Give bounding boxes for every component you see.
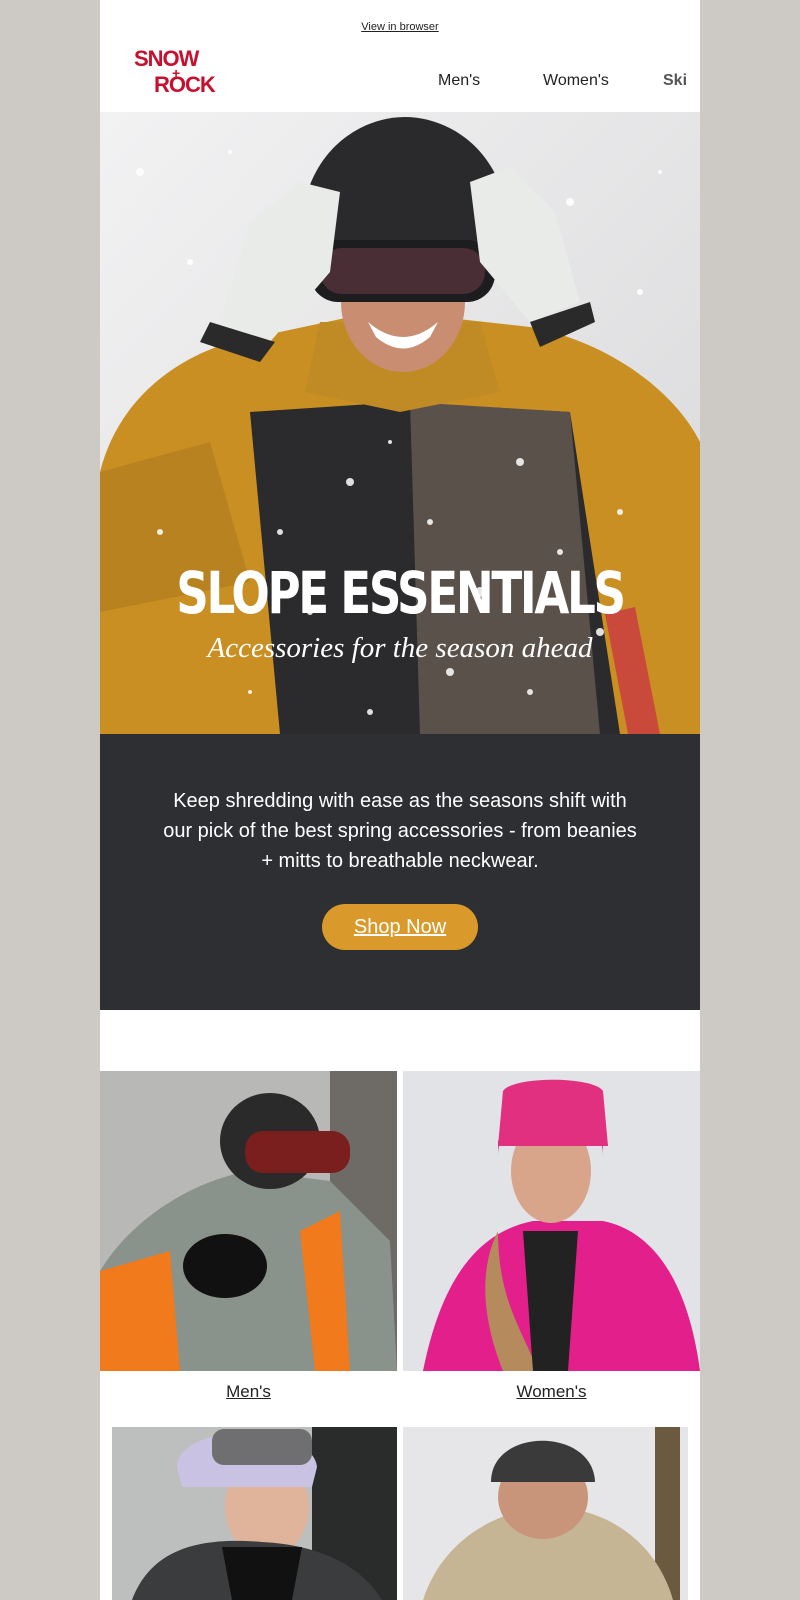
hero-title: SLOPE ESSENTIALS [176, 559, 626, 627]
womens-skier-image [403, 1071, 700, 1371]
womens-category-image[interactable] [403, 1071, 700, 1371]
hero-subtitle: Accessories for the season ahead [207, 632, 593, 664]
hero-banner[interactable]: SLOPE ESSENTIALS Accessories for the sea… [100, 112, 700, 734]
nav-ski[interactable]: Ski [663, 72, 687, 94]
mens-category-link[interactable]: Men's [100, 1382, 397, 1402]
snow-rock-logo[interactable]: SNOW + ROCK [134, 48, 226, 98]
email-container: View in browser SNOW + ROCK Men's Women'… [100, 0, 700, 1600]
female-helmet-skier-image [112, 1427, 397, 1600]
male-beanie-skier-image [403, 1427, 688, 1600]
logo-top-text: SNOW [134, 46, 199, 71]
accessories-category-image-2[interactable] [403, 1427, 688, 1600]
mens-skier-image [100, 1071, 397, 1371]
nav-mens[interactable]: Men's [438, 72, 480, 94]
mens-category-image[interactable] [100, 1071, 397, 1371]
logo-bottom-text: ROCK [154, 72, 216, 97]
accessories-category-image-1[interactable] [112, 1427, 397, 1600]
nav-womens[interactable]: Women's [543, 72, 609, 94]
view-in-browser-link[interactable]: View in browser [100, 21, 700, 33]
shop-now-button[interactable]: Shop Now [322, 904, 478, 950]
promo-section: Keep shredding with ease as the seasons … [100, 734, 700, 1010]
promo-text: Keep shredding with ease as the seasons … [163, 790, 637, 872]
womens-category-link[interactable]: Women's [403, 1382, 700, 1402]
